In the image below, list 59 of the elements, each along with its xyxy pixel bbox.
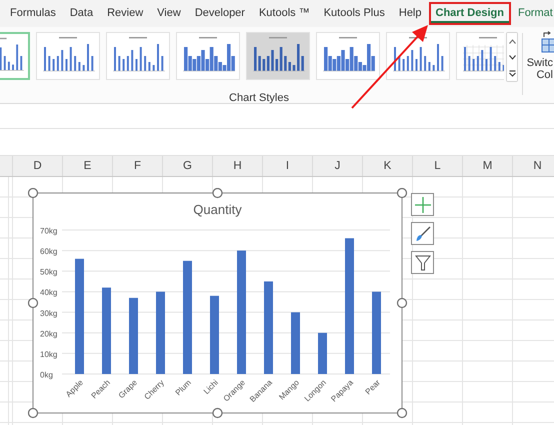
gallery-up-button[interactable] [507,33,517,49]
chart-style-thumbnail[interactable] [106,32,170,80]
column-header[interactable]: E [63,156,113,176]
group-label: Chart Styles [229,92,289,104]
expand-icon [508,70,516,76]
column-header[interactable]: I [263,156,313,176]
chart-style-thumbnail[interactable] [386,32,450,80]
chart-styles-button[interactable] [411,222,434,245]
chart-style-thumbnail[interactable] [316,32,380,80]
resize-handle[interactable] [396,188,408,198]
ribbon-tab[interactable]: Kutools Plus [316,2,392,25]
axis-label: 30kg [40,308,58,318]
axis-label: 40kg [40,288,58,298]
filter-icon [414,254,430,270]
resize-handle[interactable] [28,408,38,418]
chart-style-thumbnail[interactable] [36,32,100,80]
chart-title: Quantity [193,202,242,217]
axis-label: 0kg [40,370,53,380]
column-header[interactable]: G [163,156,213,176]
chevron-up-icon [508,38,516,44]
axis-label: 50kg [40,268,58,277]
column-header[interactable]: L [413,156,463,176]
ribbon-tab[interactable]: Data [62,2,100,25]
chart-style-thumbnail[interactable] [456,32,504,80]
ribbon-tab[interactable]: Format [510,2,554,25]
switch-row-column-button[interactable]: Switc Col [527,27,553,103]
plus-icon [414,196,430,212]
ribbon-tab[interactable]: Developer [188,2,252,25]
column-header[interactable]: N [513,156,554,176]
table-swap-icon [539,31,554,53]
resize-handle[interactable] [212,188,223,198]
column-header[interactable]: F [113,156,163,176]
column-header[interactable]: J [313,156,363,176]
axis-label: 70kg [40,226,58,236]
axis-label: 20kg [40,329,58,338]
resize-handle[interactable] [396,408,408,418]
column-header[interactable]: H [213,156,263,176]
column-header[interactable]: D [13,156,63,176]
ribbon-tab[interactable]: Review [100,2,150,25]
ribbon-tab[interactable]: Formulas [3,2,63,25]
chevron-down-icon [508,54,516,60]
resize-handle[interactable] [396,298,408,308]
ribbon-tab[interactable]: View [150,2,188,25]
axis-label: 10kg [40,350,58,359]
column-header[interactable]: K [363,156,413,176]
chart-style-thumbnail[interactable] [176,32,240,80]
chart-elements-button[interactable] [411,193,434,216]
column-header[interactable]: M [463,156,513,176]
ribbon-tab[interactable]: Help [392,2,428,25]
brush-icon [414,226,430,242]
gallery-more-button[interactable] [507,65,517,81]
resize-handle[interactable] [28,188,38,198]
resize-handle[interactable] [28,298,38,308]
chart-style-thumbnail[interactable] [246,32,310,80]
ribbon-tab[interactable]: Kutools ™ [252,2,317,25]
chart-filters-button[interactable] [411,251,434,274]
ribbon-tab[interactable]: Chart Design [428,2,511,25]
axis-label: 60kg [40,247,58,256]
resize-handle[interactable] [212,408,223,418]
